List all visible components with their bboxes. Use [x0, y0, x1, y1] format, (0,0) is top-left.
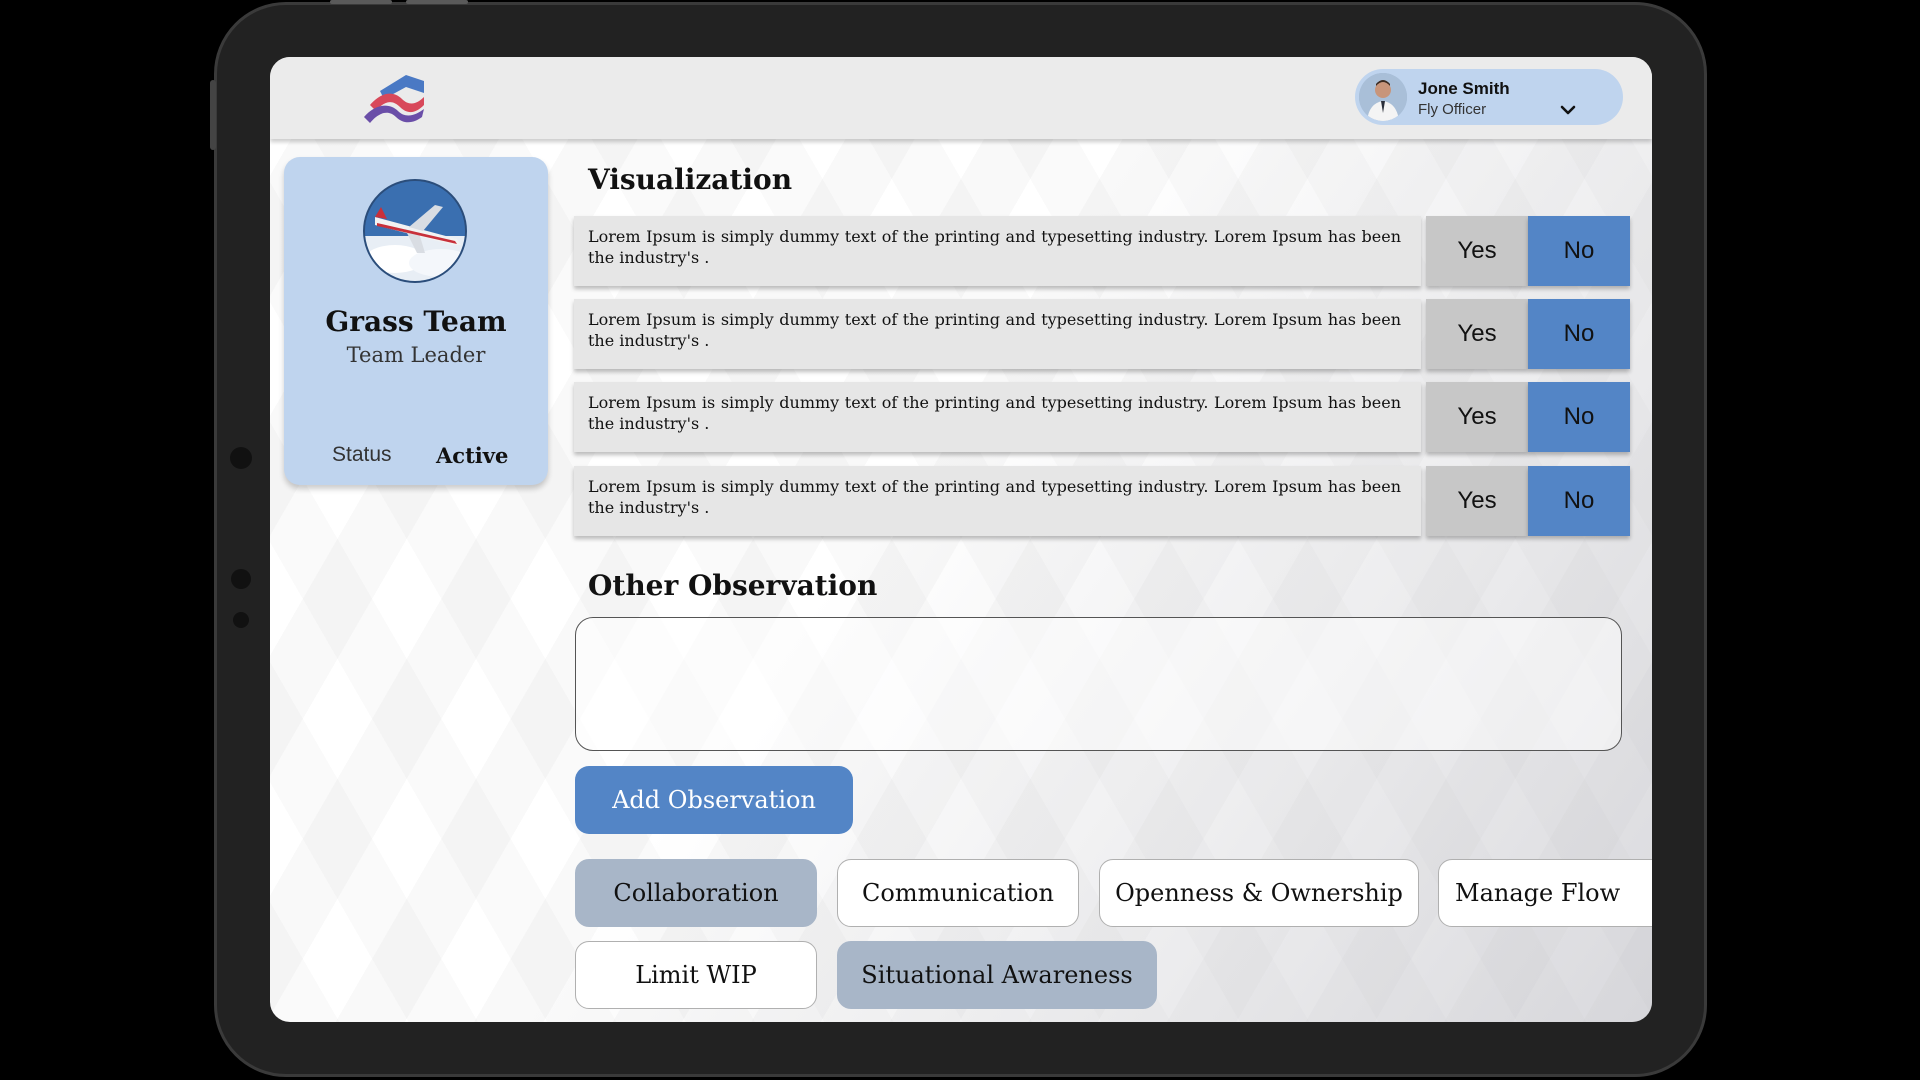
- question-text: Lorem Ipsum is simply dummy text of the …: [574, 466, 1421, 536]
- no-button[interactable]: No: [1528, 216, 1630, 286]
- team-name: Grass Team: [325, 305, 507, 338]
- wave-logo-icon[interactable]: [362, 69, 426, 125]
- hardware-button: [330, 0, 392, 4]
- top-bar: Jone Smith Fly Officer: [270, 57, 1652, 139]
- camera-dot: [231, 569, 251, 589]
- status-label: Status: [332, 443, 392, 466]
- hardware-button: [406, 0, 468, 4]
- category-chip-situational-awareness[interactable]: Situational Awareness: [837, 941, 1157, 1009]
- add-observation-button[interactable]: Add Observation: [575, 766, 853, 834]
- team-role: Team Leader: [346, 343, 486, 367]
- visualization-title: Visualization: [588, 163, 793, 196]
- yes-button[interactable]: Yes: [1426, 216, 1528, 286]
- camera-dot: [233, 612, 249, 628]
- category-chip-openness-ownership[interactable]: Openness & Ownership: [1099, 859, 1419, 927]
- no-button[interactable]: No: [1528, 466, 1630, 536]
- camera-dot: [230, 447, 252, 469]
- app-screen: Jone Smith Fly Officer Grass Team Team L…: [270, 57, 1652, 1022]
- yes-button[interactable]: Yes: [1426, 466, 1528, 536]
- chevron-down-icon[interactable]: [1560, 103, 1576, 117]
- question-row: Lorem Ipsum is simply dummy text of the …: [574, 216, 1634, 286]
- no-button[interactable]: No: [1528, 382, 1630, 452]
- question-text: Lorem Ipsum is simply dummy text of the …: [574, 382, 1421, 452]
- question-text: Lorem Ipsum is simply dummy text of the …: [574, 299, 1421, 369]
- category-chip-limit-wip[interactable]: Limit WIP: [575, 941, 817, 1009]
- question-row: Lorem Ipsum is simply dummy text of the …: [574, 466, 1634, 536]
- avatar: [1359, 73, 1407, 121]
- yes-button[interactable]: Yes: [1426, 299, 1528, 369]
- category-chip-communication[interactable]: Communication: [837, 859, 1079, 927]
- yes-button[interactable]: Yes: [1426, 382, 1528, 452]
- status-value: Active: [436, 443, 509, 468]
- no-button[interactable]: No: [1528, 299, 1630, 369]
- category-chip-manage-flow[interactable]: Manage Flow: [1438, 859, 1652, 927]
- user-menu[interactable]: Jone Smith Fly Officer: [1355, 69, 1623, 125]
- category-chip-collaboration[interactable]: Collaboration: [575, 859, 817, 927]
- question-row: Lorem Ipsum is simply dummy text of the …: [574, 382, 1634, 452]
- observation-input[interactable]: [575, 617, 1622, 751]
- question-row: Lorem Ipsum is simply dummy text of the …: [574, 299, 1634, 369]
- other-observation-title: Other Observation: [588, 569, 878, 602]
- team-photo: [363, 179, 467, 283]
- team-card: Grass Team Team Leader Status Active: [284, 157, 548, 485]
- hardware-button: [210, 80, 216, 150]
- user-name: Jone Smith: [1418, 79, 1510, 98]
- question-text: Lorem Ipsum is simply dummy text of the …: [574, 216, 1421, 286]
- user-role: Fly Officer: [1418, 101, 1487, 118]
